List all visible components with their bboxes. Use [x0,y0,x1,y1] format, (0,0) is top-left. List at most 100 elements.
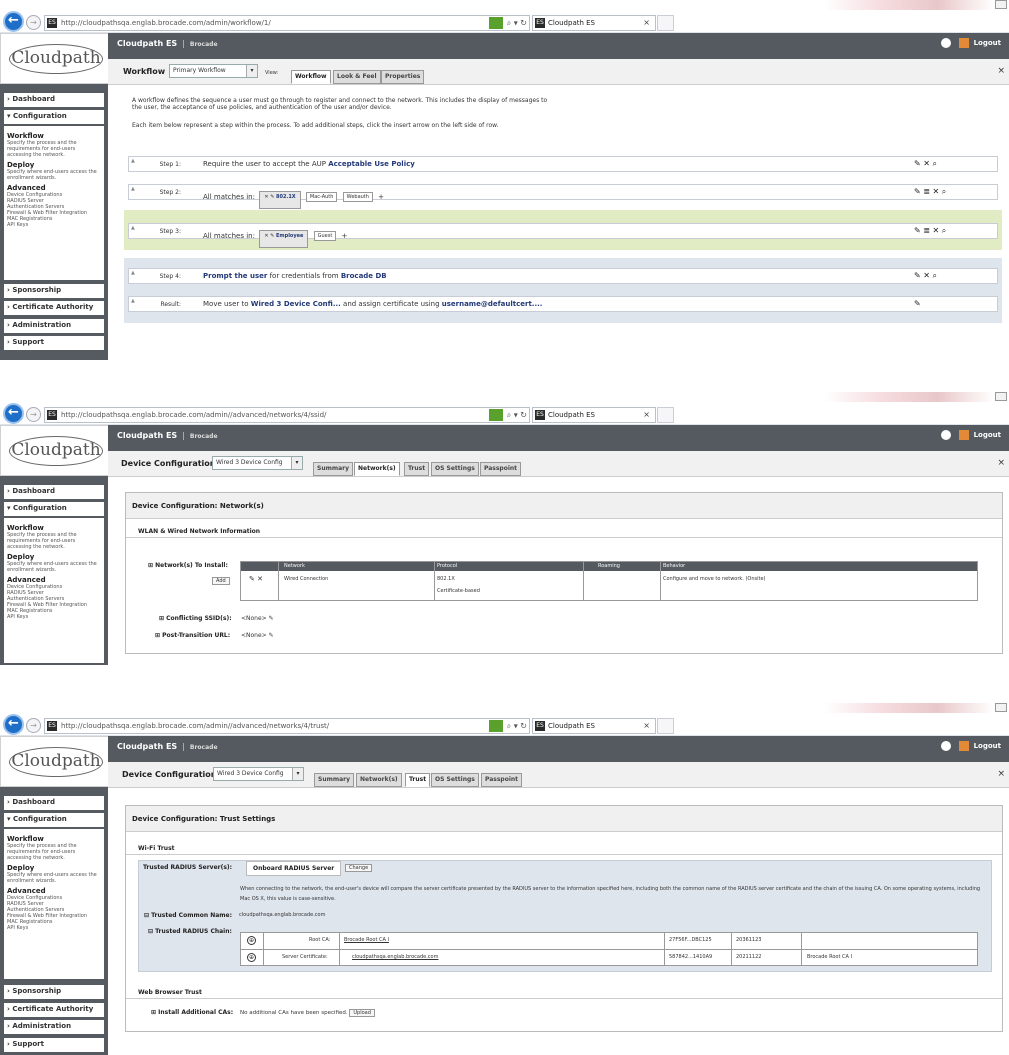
user-icon[interactable] [940,430,951,440]
nav-configuration[interactable]: ▾ Configuration [4,110,104,124]
nav-dashboard[interactable]: › Dashboard [4,796,104,810]
chevron-down-icon[interactable]: ▾ [291,457,302,469]
workflow-step-4[interactable]: ▲ Step 4: Prompt the user for credential… [128,268,998,284]
logo[interactable]: Cloudpath [0,736,108,787]
url-controls[interactable]: ⌕ ▾ ↻ [488,17,527,29]
chip-guest[interactable]: Guest [313,231,337,241]
tab-passpoint[interactable]: Passpoint [481,773,523,787]
workflow-step-3[interactable]: ▲ Step 3: All matches in: ✕ ✎ Employee G… [128,223,998,248]
address-bar[interactable]: ES http://cloudpathsqa.englab.brocade.co… [44,718,530,734]
nav-sponsorship[interactable]: › Sponsorship [4,284,104,298]
nav-certificate-authority[interactable]: › Certificate Authority [4,301,104,315]
tab-close-icon[interactable]: × [643,721,650,730]
nav-support[interactable]: › Support [4,336,104,350]
user-area[interactable]: Logout [940,741,1001,751]
browser-tab[interactable]: ES Cloudpath ES × [532,407,656,423]
window-icon[interactable] [995,392,1007,401]
nav-support[interactable]: › Support [4,1038,104,1052]
forward-icon[interactable]: → [26,718,41,733]
compat-icon[interactable] [488,17,503,29]
insert-arrow-icon[interactable]: ▲ [131,158,135,164]
window-icon[interactable] [995,703,1007,712]
chevron-down-icon[interactable]: ▾ [292,768,303,780]
logout-link[interactable]: Logout [974,39,1001,47]
chip-webauth[interactable]: Webauth [342,192,373,202]
device-config-select[interactable]: Wired 3 Device Config ▾ [213,767,304,781]
tab-trust[interactable]: Trust [405,773,431,787]
nav-workflow[interactable]: Workflow [7,524,101,532]
nav-dashboard[interactable]: › Dashboard [4,485,104,499]
row-actions[interactable]: ✎ ✕ [249,575,263,583]
expand-icon[interactable]: ⊞ [159,615,164,622]
address-bar[interactable]: ES http://cloudpathsqa.englab.brocade.co… [44,407,530,423]
logout-icon[interactable] [958,741,969,751]
tab-summary[interactable]: Summary [314,773,355,787]
new-tab-button[interactable] [657,407,674,423]
expand-icon[interactable]: ⊞ [155,632,160,639]
add-chip-icon[interactable]: + [342,232,348,240]
logo[interactable]: Cloudpath [0,425,108,476]
new-tab-button[interactable] [657,15,674,31]
workflow-select[interactable]: Primary Workflow ▾ [169,64,258,78]
tab-os-settings[interactable]: OS Settings [431,462,479,476]
browser-tab[interactable]: ES Cloudpath ES × [532,718,656,734]
collapse-icon[interactable]: ⊟ [144,912,149,919]
workflow-step-1[interactable]: ▲ Step 1: Require the user to accept the… [128,156,998,172]
change-button[interactable]: Change [345,864,373,872]
user-area[interactable]: Logout [940,38,1001,48]
tab-summary[interactable]: Summary [313,462,354,476]
step-actions[interactable]: ✎ ✕ ⌕ [914,271,937,281]
close-icon[interactable]: × [997,769,1005,779]
nav-advanced-api-keys[interactable]: API Keys [7,614,101,620]
user-icon[interactable] [940,741,951,751]
insert-arrow-icon[interactable]: ▲ [131,186,135,192]
nav-deploy[interactable]: Deploy [7,161,101,169]
logout-icon[interactable] [958,38,969,48]
edit-icon[interactable]: ✎ [914,299,921,308]
edit-icon[interactable]: ✎ [269,615,274,622]
tab-properties[interactable]: Properties [381,70,425,84]
workflow-step-2[interactable]: ▲ Step 2: All matches in: ✕ ✎ 802.1X Mac… [128,184,998,209]
nav-configuration[interactable]: ▾ Configuration [4,813,104,827]
close-icon[interactable]: × [997,66,1005,76]
back-icon[interactable]: ← [3,714,24,735]
browser-tab[interactable]: ES Cloudpath ES × [532,15,656,31]
step-actions[interactable]: ✎ ≣ ✕ ⌕ [914,187,946,197]
nav-administration[interactable]: › Administration [4,319,104,333]
address-bar[interactable]: ES http://cloudpathsqa.englab.brocade.co… [44,15,530,31]
add-chip-icon[interactable]: + [378,193,384,201]
tab-networks[interactable]: Network(s) [354,462,400,476]
back-icon[interactable]: ← [3,403,24,424]
compat-icon[interactable] [488,409,503,421]
nav-deploy[interactable]: Deploy [7,553,101,561]
nav-dashboard[interactable]: › Dashboard [4,93,104,107]
url-controls[interactable]: ⌕ ▾ ↻ [488,720,527,732]
radius-tab[interactable]: Onboard RADIUS Server [246,861,342,876]
nav-configuration[interactable]: ▾ Configuration [4,502,104,516]
edit-icon[interactable]: ✎ [269,632,274,639]
compat-icon[interactable] [488,720,503,732]
logo[interactable]: Cloudpath [0,33,108,84]
collapse-icon[interactable]: ⊟ [148,928,153,935]
nav-administration[interactable]: › Administration [4,1020,104,1034]
user-icon[interactable] [940,38,951,48]
forward-icon[interactable]: → [26,407,41,422]
tab-passpoint[interactable]: Passpoint [480,462,522,476]
close-icon[interactable]: × [997,458,1005,468]
chip-mac-auth[interactable]: Mac-Auth [305,192,338,202]
new-tab-button[interactable] [657,718,674,734]
logout-link[interactable]: Logout [974,742,1001,750]
workflow-result[interactable]: ▲ Result: Move user to Wired 3 Device Co… [128,296,998,312]
cert-name-link[interactable]: cloudpathsqa.englab.brocade.com [352,954,438,960]
tab-close-icon[interactable]: × [643,410,650,419]
tab-networks[interactable]: Network(s) [356,773,402,787]
expand-icon[interactable]: ⊞ [151,1009,156,1016]
tab-workflow[interactable]: Workflow [291,70,331,84]
nav-sponsorship[interactable]: › Sponsorship [4,985,104,999]
add-network-button[interactable]: Add [212,577,230,585]
cert-expand-icon[interactable]: ⊕ [247,936,256,945]
expand-icon[interactable]: ⊞ [148,562,153,569]
cert-name-link[interactable]: Brocade Root CA I [344,937,389,943]
tab-close-icon[interactable]: × [643,18,650,27]
chevron-down-icon[interactable]: ▾ [246,65,257,77]
